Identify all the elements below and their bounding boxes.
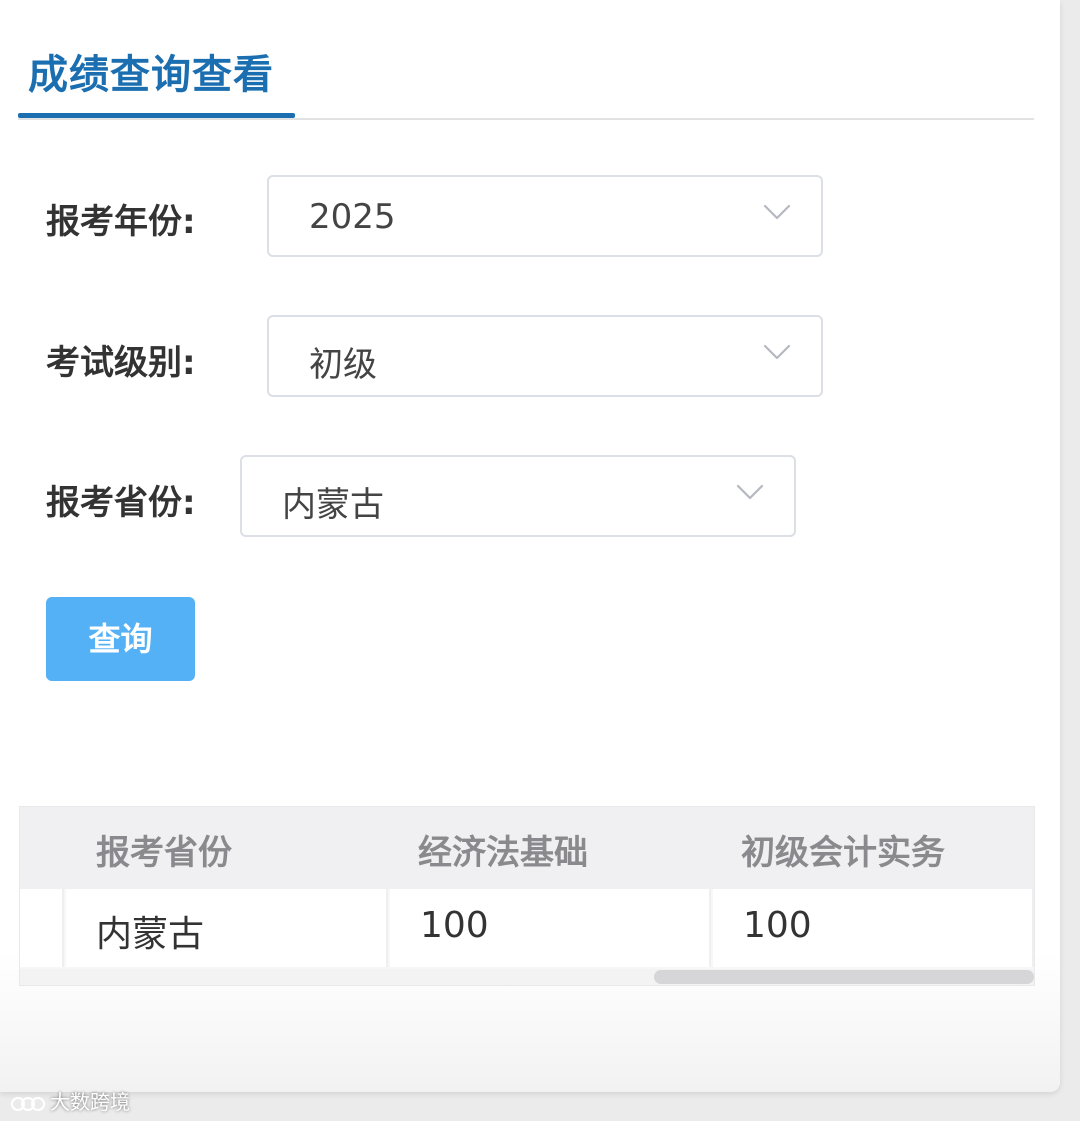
watermark-text: 大数跨境	[50, 1090, 130, 1114]
chevron-down-icon	[736, 484, 764, 500]
level-label: 考试级别:	[46, 343, 196, 383]
score-query-card: 成绩查询查看 报考年份: 2025 考试级别: 初级 报考省份: 内蒙古 查询 …	[0, 0, 1060, 1092]
level-select-value: 初级	[309, 345, 377, 385]
chevron-down-icon	[763, 204, 791, 220]
column-header-province: 报考省份	[96, 833, 232, 873]
page-title: 成绩查询查看	[28, 52, 274, 98]
level-select[interactable]: 初级	[267, 315, 823, 397]
province-select-value: 内蒙古	[282, 485, 384, 525]
table-header: 报考省份 经济法基础 初级会计实务	[20, 807, 1034, 889]
cell-accounting-practice: 100	[713, 889, 1034, 967]
cell-accounting-practice-text: 100	[743, 905, 812, 946]
watermark-logo-icon	[11, 1096, 45, 1111]
year-select[interactable]: 2025	[267, 175, 823, 257]
row-index-cell	[20, 889, 64, 967]
results-table: 报考省份 经济法基础 初级会计实务 内蒙古 100 100	[19, 806, 1035, 986]
year-label: 报考年份:	[46, 202, 196, 242]
watermark: 大数跨境	[10, 1086, 130, 1115]
column-header-accounting-practice: 初级会计实务	[741, 833, 945, 873]
cell-province: 内蒙古	[66, 889, 388, 967]
province-select[interactable]: 内蒙古	[240, 455, 796, 537]
chevron-down-icon	[763, 344, 791, 360]
cell-economic-law-text: 100	[420, 905, 489, 946]
query-button[interactable]: 查询	[46, 597, 195, 681]
cell-economic-law: 100	[390, 889, 711, 967]
column-header-economic-law: 经济法基础	[418, 833, 588, 873]
horizontal-scrollbar-thumb[interactable]	[654, 970, 1034, 984]
table-row: 内蒙古 100 100	[20, 889, 1034, 967]
title-divider	[18, 118, 1034, 120]
year-select-value: 2025	[309, 197, 396, 237]
province-label: 报考省份:	[46, 483, 196, 523]
cell-province-text: 内蒙古	[96, 914, 205, 955]
